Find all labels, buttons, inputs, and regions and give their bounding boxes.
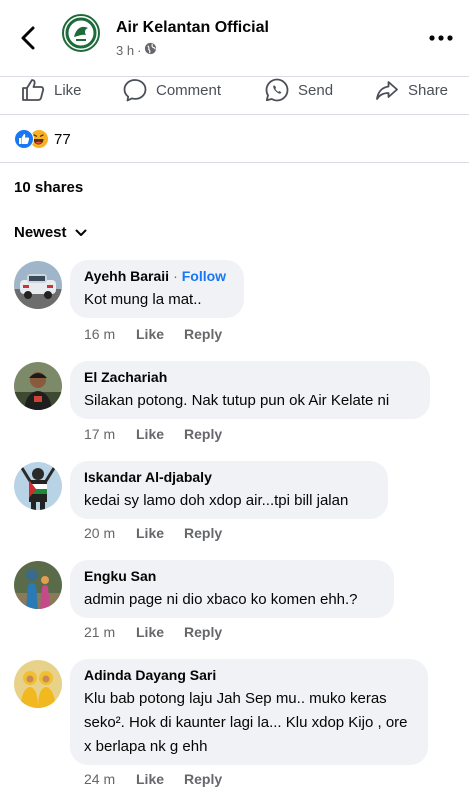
post-time: 3 h bbox=[116, 42, 135, 58]
comment-text: Silakan potong. Nak tutup pun ok Air Kel… bbox=[84, 392, 390, 409]
commenter-name[interactable]: Engku San bbox=[84, 568, 156, 584]
comment-meta: 21 m Like Reply bbox=[84, 624, 222, 640]
comment-meta: 24 m Like Reply bbox=[84, 771, 222, 787]
commenter-avatar[interactable] bbox=[14, 660, 62, 708]
comment-meta: 16 m Like Reply bbox=[84, 326, 222, 342]
comment-bubble[interactable]: Iskandar Al-djabaly kedai sy lamo doh xd… bbox=[70, 461, 388, 519]
comment-bubble-icon bbox=[122, 77, 148, 103]
follow-button[interactable]: Follow bbox=[182, 268, 226, 284]
comment-like-button[interactable]: Like bbox=[136, 624, 184, 640]
comment-text: Klu bab potong laju Jah Sep mu.. muko ke… bbox=[84, 690, 408, 755]
meta-separator: · bbox=[137, 42, 142, 58]
commenter-name[interactable]: Iskandar Al-djabaly bbox=[84, 469, 212, 485]
globe-icon bbox=[144, 42, 157, 58]
comment-time: 20 m bbox=[84, 525, 116, 541]
comment-reply-button[interactable]: Reply bbox=[184, 525, 222, 541]
like-reaction-icon bbox=[14, 129, 34, 149]
commenter-avatar[interactable] bbox=[14, 561, 62, 609]
comment-meta: 20 m Like Reply bbox=[84, 525, 222, 541]
comment-like-button[interactable]: Like bbox=[136, 326, 184, 342]
page-name[interactable]: Air Kelantan Official bbox=[116, 19, 269, 37]
like-label: Like bbox=[54, 81, 82, 99]
name-separator: · bbox=[173, 268, 178, 284]
comment-text: kedai sy lamo doh xdop air...tpi bill ja… bbox=[84, 492, 349, 509]
comment-bubble[interactable]: El Zachariah Silakan potong. Nak tutup p… bbox=[70, 361, 430, 419]
commenter-avatar[interactable] bbox=[14, 261, 62, 309]
commenter-avatar[interactable] bbox=[14, 462, 62, 510]
comment-time: 21 m bbox=[84, 624, 116, 640]
comment-like-button[interactable]: Like bbox=[136, 525, 184, 541]
commenter-avatar[interactable] bbox=[14, 362, 62, 410]
more-options-icon[interactable] bbox=[428, 30, 454, 46]
reaction-summary[interactable]: 77 bbox=[14, 128, 71, 150]
send-label: Send bbox=[298, 81, 334, 99]
comment-button[interactable]: Comment bbox=[122, 76, 221, 104]
share-count[interactable]: 10 shares bbox=[14, 179, 83, 196]
share-arrow-icon bbox=[374, 77, 400, 103]
comment-reply-button[interactable]: Reply bbox=[184, 771, 222, 787]
comment-sort-dropdown[interactable]: Newest bbox=[14, 224, 87, 241]
post-action-bar: Like Comment Send Share bbox=[0, 76, 469, 114]
share-button[interactable]: Share bbox=[374, 76, 448, 104]
comment-bubble[interactable]: Ayehh Baraii · Follow Kot mung la mat.. bbox=[70, 260, 244, 318]
commenter-name[interactable]: Adinda Dayang Sari bbox=[84, 667, 216, 683]
comment-reply-button[interactable]: Reply bbox=[184, 426, 222, 442]
comment-like-button[interactable]: Like bbox=[136, 426, 184, 442]
comment-time: 24 m bbox=[84, 771, 116, 787]
page-avatar[interactable] bbox=[62, 14, 100, 52]
divider bbox=[0, 114, 469, 115]
reaction-count: 77 bbox=[54, 130, 71, 148]
commenter-name[interactable]: El Zachariah bbox=[84, 369, 167, 385]
share-label: Share bbox=[408, 81, 449, 99]
chevron-down-icon bbox=[75, 224, 87, 241]
divider bbox=[0, 162, 469, 163]
comment-text: Kot mung la mat.. bbox=[84, 291, 202, 308]
sort-label: Newest bbox=[14, 224, 67, 241]
comment-label: Comment bbox=[156, 81, 222, 99]
comment-reply-button[interactable]: Reply bbox=[184, 624, 222, 640]
comment-bubble[interactable]: Engku San admin page ni dio xbaco ko kom… bbox=[70, 560, 394, 618]
comment-text: admin page ni dio xbaco ko komen ehh.? bbox=[84, 591, 358, 608]
thumbs-up-icon bbox=[20, 77, 46, 103]
comment-like-button[interactable]: Like bbox=[136, 771, 184, 787]
comment-time: 16 m bbox=[84, 326, 116, 342]
post-header: Air Kelantan Official 3 h · bbox=[0, 0, 469, 76]
back-arrow-icon[interactable] bbox=[16, 24, 40, 52]
comment-reply-button[interactable]: Reply bbox=[184, 326, 222, 342]
commenter-name[interactable]: Ayehh Baraii bbox=[84, 268, 169, 284]
whatsapp-icon bbox=[264, 77, 290, 103]
like-button[interactable]: Like bbox=[20, 76, 82, 104]
comment-time: 17 m bbox=[84, 426, 116, 442]
comment-meta: 17 m Like Reply bbox=[84, 426, 222, 442]
send-button[interactable]: Send bbox=[264, 76, 333, 104]
post-meta: 3 h · bbox=[116, 42, 157, 58]
comment-bubble[interactable]: Adinda Dayang Sari Klu bab potong laju J… bbox=[70, 659, 428, 765]
